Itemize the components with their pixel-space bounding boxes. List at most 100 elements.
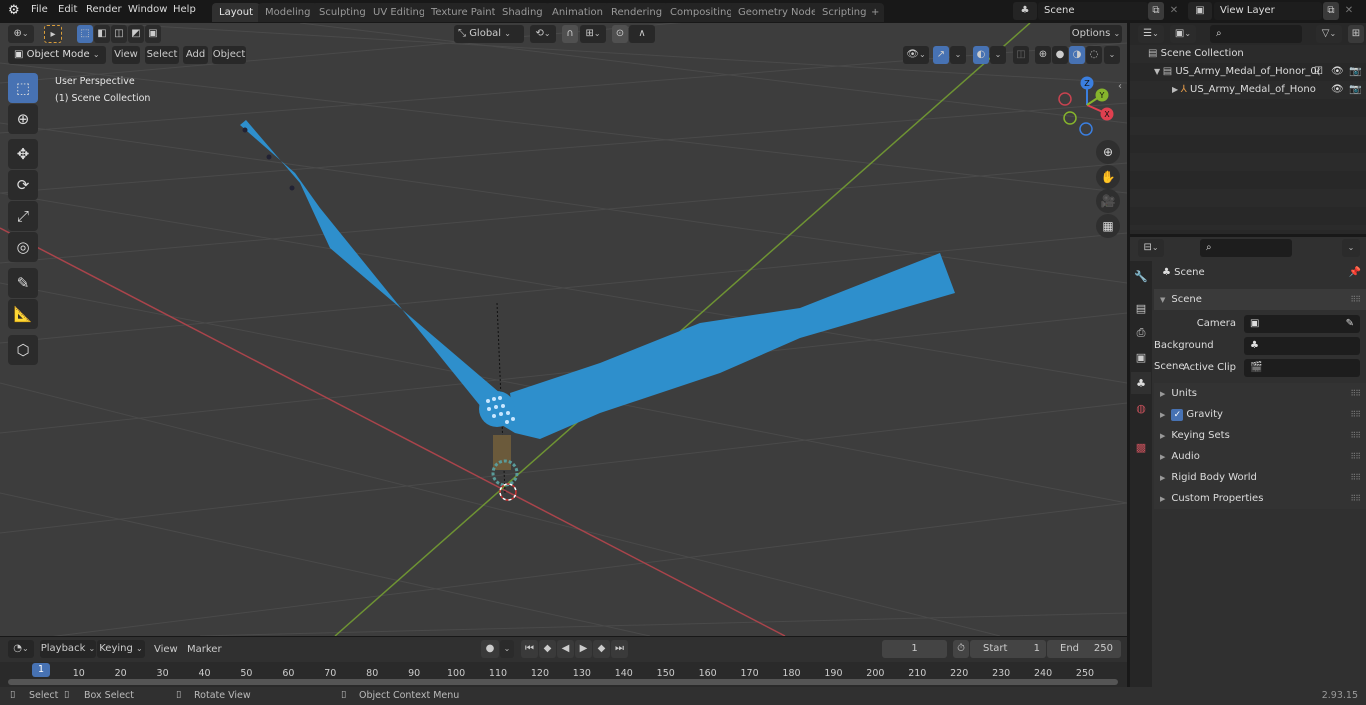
pin-icon[interactable]: 📌 [1349,262,1361,283]
snap-toggle-icon[interactable]: ∩ [562,25,578,43]
playback-dropdown[interactable]: Playback ⌄ [40,640,96,658]
current-frame-field[interactable]: 1 [882,640,947,658]
active-clip-field[interactable]: 🎬 [1244,359,1360,377]
editor-type-icon[interactable]: ⊕⌄ [8,25,34,43]
menu-add[interactable]: Add [183,46,208,64]
transform-tool[interactable]: ◎ [8,232,38,262]
menu-edit[interactable]: Edit [58,4,77,15]
tab-modeling[interactable]: Modeling [258,3,318,22]
tab-compositing[interactable]: Compositing [663,3,740,22]
outliner-row-collection[interactable]: ▼ ▤ US_Army_Medal_of_Honor_0( ☑ 👁 📷 [1154,66,1366,77]
tab-texture-paint[interactable]: Texture Paint [424,3,503,22]
keying-dropdown[interactable]: Keying ⌄ [97,640,145,658]
measure-tool[interactable]: 📐 [8,299,38,329]
mode-extend-icon[interactable]: ◧ [94,25,110,43]
properties-editor-icon[interactable]: ⊟⌄ [1138,239,1164,257]
eye-icon[interactable]: 👁 [1331,66,1344,77]
material-shading-icon[interactable]: ◑ [1069,46,1085,64]
pivot-point-icon[interactable]: ⟲⌄ [530,25,556,43]
outliner-row-object[interactable]: ▶ ⅄ US_Army_Medal_of_Hono 👁 📷 [1172,84,1366,95]
visibility-icon[interactable]: 👁⌄ [903,46,929,64]
solid-shading-icon[interactable]: ● [1052,46,1068,64]
playhead[interactable]: 1 [32,663,50,677]
tab-rendering[interactable]: Rendering [604,3,670,22]
tab-scripting[interactable]: Scripting [815,3,874,22]
eye-icon[interactable]: 👁 [1331,84,1344,95]
properties-search-input[interactable]: ⌕ [1200,239,1292,257]
new-scene-icon[interactable]: ⧉ [1148,2,1164,20]
keying-sets-panel[interactable]: ▶ Keying Sets ⠿⠿ [1154,425,1366,446]
gravity-panel[interactable]: ▶ ✓ Gravity ⠿⠿ [1154,404,1366,425]
scene-collection-row[interactable]: ▤ Scene Collection [1148,48,1244,59]
menu-file[interactable]: File [31,4,48,15]
menu-object[interactable]: Object [212,46,246,64]
new-view-layer-icon[interactable]: ⧉ [1323,2,1339,20]
mode-intersect-icon[interactable]: ▣ [145,25,161,43]
move-tool[interactable]: ✥ [8,139,38,169]
next-keyframe-icon[interactable]: ◆ [593,640,610,658]
tab-uv-editing[interactable]: UV Editing [366,3,433,22]
transform-orientation-dropdown[interactable]: ⤡ Global ⌄ [454,25,524,43]
end-frame-field[interactable]: End 250 [1047,640,1121,658]
display-mode-icon[interactable]: ▣⌄ [1170,25,1196,43]
menu-window[interactable]: Window [128,4,167,15]
new-collection-icon[interactable]: ⊞ [1348,25,1364,43]
tab-sculpting[interactable]: Sculpting [312,3,373,22]
world-tab-icon[interactable]: ◍ [1131,397,1151,419]
camera-view-button[interactable]: 🎥 [1096,189,1120,213]
tab-animation[interactable]: Animation [545,3,610,22]
texture-tab-icon[interactable]: ▩ [1131,436,1151,458]
gravity-checkbox[interactable]: ✓ [1171,409,1184,421]
overlays-toggle-icon[interactable]: ◐ [973,46,989,64]
timeline-menu-marker[interactable]: Marker [187,644,222,655]
rotate-tool[interactable]: ⟳ [8,170,38,200]
timeline-scrollbar[interactable] [8,679,1118,685]
audio-panel[interactable]: ▶ Audio ⠿⠿ [1154,446,1366,467]
jump-start-icon[interactable]: ⏮ [521,640,538,658]
view-layer-tab-icon[interactable]: ▣ [1131,346,1151,368]
jump-end-icon[interactable]: ⏭ [611,640,628,658]
scale-tool[interactable]: ⤢ [8,201,38,231]
custom-properties-panel[interactable]: ▶ Custom Properties ⠿⠿ [1154,488,1366,509]
camera-field[interactable]: ▣ ✎ [1244,315,1360,333]
mode-subtract-icon[interactable]: ◫ [111,25,127,43]
exclude-checkbox[interactable]: ☑ [1314,66,1323,77]
mode-difference-icon[interactable]: ◩ [128,25,144,43]
menu-render[interactable]: Render [86,4,122,15]
menu-view[interactable]: View [112,46,140,64]
3d-viewport[interactable]: ⊕⌄ ▸ ⬚ ◧ ◫ ◩ ▣ ⤡ Global ⌄ ⟲⌄ ∩ ⊞⌄ ⊙ ∧ Op… [0,23,1127,636]
rendered-shading-icon[interactable]: ◌ [1086,46,1102,64]
start-frame-field[interactable]: Start 1 [970,640,1046,658]
overlays-dropdown-icon[interactable]: ⌄ [990,46,1006,64]
select-box-tool[interactable]: ⬚ [8,73,38,103]
eyedropper-icon[interactable]: ✎ [1346,315,1354,333]
mode-new-icon[interactable]: ⬚ [77,25,93,43]
add-workspace-button[interactable]: + [866,3,885,22]
shading-dropdown-icon[interactable]: ⌄ [1104,46,1120,64]
zoom-view-button[interactable]: ⊕ [1096,140,1120,164]
sidebar-toggle-icon[interactable]: ‹ [1118,81,1122,92]
gizmo-dropdown-icon[interactable]: ⌄ [950,46,966,64]
camera-render-icon[interactable]: 📷 [1349,66,1361,77]
tab-layout[interactable]: Layout [212,3,260,22]
background-scene-field[interactable]: ♣ [1244,337,1360,355]
menu-select[interactable]: Select [145,46,179,64]
ortho-toggle-button[interactable]: ▦ [1096,214,1120,238]
proportional-edit-icon[interactable]: ⊙ [612,25,628,43]
filter-icon[interactable]: ▽⌄ [1316,25,1342,43]
cursor-tool[interactable]: ⊕ [8,104,38,134]
delete-view-layer-icon[interactable]: ✕ [1341,2,1357,20]
prev-keyframe-icon[interactable]: ◆ [539,640,556,658]
tool-tab-icon[interactable]: 🔧 [1131,265,1151,287]
object-mode-dropdown[interactable]: ▣ Object Mode ⌄ [8,46,106,64]
xray-toggle-icon[interactable]: ◫ [1013,46,1029,64]
pan-view-button[interactable]: ✋ [1096,165,1120,189]
scene-selector-icon[interactable]: ♣ [1013,2,1037,20]
outliner-search-input[interactable]: ⌕ [1210,25,1302,43]
gizmo-toggle-icon[interactable]: ↗ [933,46,949,64]
view-layer-selector-icon[interactable]: ▣ [1188,2,1212,20]
preview-range-icon[interactable]: ⏱ [953,640,969,658]
wireframe-shading-icon[interactable]: ⊕ [1035,46,1051,64]
scene-tab-icon[interactable]: ♣ [1131,372,1151,394]
timeline[interactable]: ◔⌄ Playback ⌄ Keying ⌄ View Marker ● ⌄ ⏮… [0,637,1127,687]
